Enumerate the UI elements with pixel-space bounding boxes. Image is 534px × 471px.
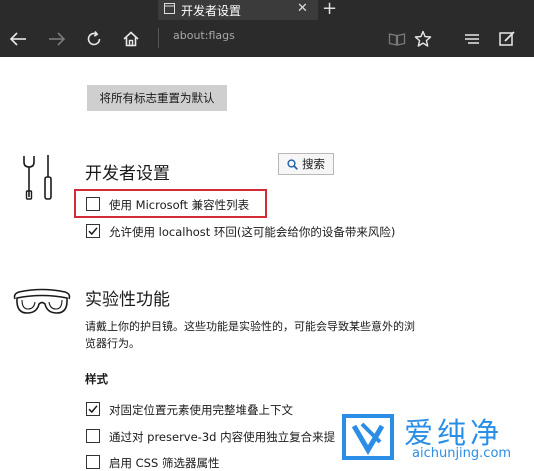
refresh-button[interactable] bbox=[79, 20, 109, 57]
css-filter-label: 启用 CSS 筛选器属性 bbox=[109, 456, 220, 470]
back-arrow-icon bbox=[9, 31, 26, 46]
search-icon bbox=[287, 158, 298, 170]
developer-settings-heading: 开发者设置 bbox=[85, 164, 170, 184]
hub-icon bbox=[465, 33, 479, 44]
forward-button[interactable] bbox=[42, 20, 72, 57]
checkmark-icon bbox=[88, 227, 98, 236]
refresh-icon bbox=[87, 30, 101, 45]
checkmark-icon bbox=[88, 405, 98, 414]
experimental-features-heading: 实验性功能 bbox=[85, 290, 170, 310]
hub-button[interactable] bbox=[459, 20, 485, 57]
home-icon bbox=[123, 30, 139, 46]
reset-flags-button[interactable]: 将所有标志重置为默认 bbox=[87, 85, 227, 111]
preserve-3d-checkbox[interactable] bbox=[86, 429, 100, 443]
new-tab-icon[interactable]: + bbox=[322, 0, 337, 19]
localhost-loopback-label: 允许使用 localhost 环回(这可能会给你的设备带来风险) bbox=[109, 225, 396, 239]
reading-view-button[interactable] bbox=[384, 20, 410, 57]
compat-list-checkbox[interactable] bbox=[86, 197, 100, 211]
back-button[interactable] bbox=[3, 20, 33, 57]
preserve-3d-label: 通过对 preserve-3d 内容使用独立复合来提 bbox=[109, 430, 336, 444]
style-section-heading: 样式 bbox=[85, 372, 108, 386]
tab-title: 开发者设置 bbox=[181, 4, 242, 18]
address-separator bbox=[158, 28, 159, 48]
watermark-url: aichunjing.com bbox=[412, 446, 512, 461]
search-button-label: 搜索 bbox=[302, 157, 325, 171]
forward-arrow-icon bbox=[49, 31, 66, 46]
fixed-stacking-context-label: 对固定位置元素使用完整堆叠上下文 bbox=[109, 403, 293, 417]
search-button[interactable]: 搜索 bbox=[278, 153, 334, 175]
address-bar[interactable]: about:flags bbox=[173, 29, 235, 42]
tab-close-icon[interactable]: ✕ bbox=[297, 1, 308, 16]
page-icon bbox=[164, 3, 175, 14]
favorite-button[interactable] bbox=[410, 20, 436, 57]
tools-icon bbox=[23, 155, 52, 200]
home-button[interactable] bbox=[116, 20, 146, 57]
web-note-icon bbox=[499, 30, 515, 46]
fixed-stacking-context-checkbox[interactable] bbox=[86, 402, 100, 416]
reading-view-icon bbox=[388, 32, 406, 46]
compat-list-label: 使用 Microsoft 兼容性列表 bbox=[109, 198, 250, 212]
star-icon bbox=[414, 30, 432, 47]
web-note-button[interactable] bbox=[494, 20, 520, 57]
goggles-icon bbox=[13, 288, 71, 314]
localhost-loopback-checkbox[interactable] bbox=[86, 224, 100, 238]
watermark-logo bbox=[342, 414, 394, 460]
experimental-description: 请戴上你的护目镜。这些功能是实验性的，可能会导致某些意外的浏览器行为。 bbox=[85, 320, 415, 350]
